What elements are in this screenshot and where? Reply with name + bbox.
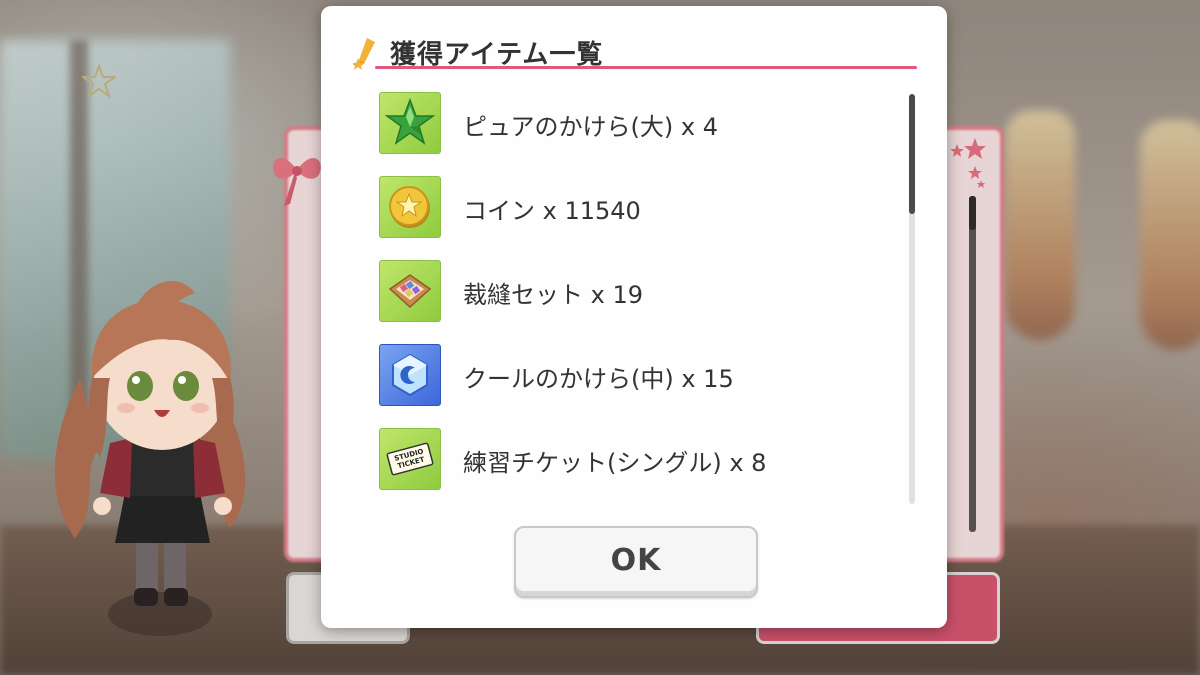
background-scrollbar	[969, 196, 976, 532]
item-label: 練習チケット(シングル) x 8	[463, 449, 767, 477]
chibi-character	[54, 281, 246, 636]
obtained-items-dialog: 獲得アイテム一覧 ピュアのかけら(大) x 4 コイン x 11540 裁縫セッ…	[321, 6, 947, 628]
list-item: コイン x 11540	[379, 174, 899, 238]
coin-icon	[379, 176, 441, 238]
blue-crystal-shard-icon	[379, 344, 441, 406]
pen-icon	[353, 38, 375, 70]
ok-button[interactable]: OK	[514, 526, 758, 598]
pink-stars-icon	[950, 138, 986, 188]
dialog-header: 獲得アイテム一覧	[353, 28, 919, 70]
title-underline	[375, 66, 917, 69]
list-item: クールのかけら(中) x 15	[379, 342, 899, 406]
list-item: ピュアのかけら(大) x 4	[379, 90, 899, 154]
background-guitar	[1005, 110, 1075, 340]
list-item: 裁縫セット x 19	[379, 258, 899, 322]
item-label: ピュアのかけら(大) x 4	[463, 113, 718, 141]
sewing-kit-icon	[379, 260, 441, 322]
item-label: クールのかけら(中) x 15	[463, 365, 734, 393]
background-guitar	[1140, 120, 1200, 350]
ok-button-label: OK	[610, 542, 662, 578]
list-item: STUDIO TICKET 練習チケット(シングル) x 8	[379, 426, 899, 490]
star-outline-icon	[82, 64, 116, 98]
studio-ticket-icon: STUDIO TICKET	[379, 428, 441, 490]
item-list[interactable]: ピュアのかけら(大) x 4 コイン x 11540 裁縫セット x 19 クー…	[379, 90, 899, 508]
green-star-shard-icon	[379, 92, 441, 154]
item-label: コイン x 11540	[463, 197, 641, 225]
item-label: 裁縫セット x 19	[463, 281, 643, 309]
ribbon-bow-icon	[273, 157, 321, 206]
item-list-scrollbar-thumb[interactable]	[909, 94, 915, 214]
background-scrollbar-thumb	[969, 196, 976, 230]
